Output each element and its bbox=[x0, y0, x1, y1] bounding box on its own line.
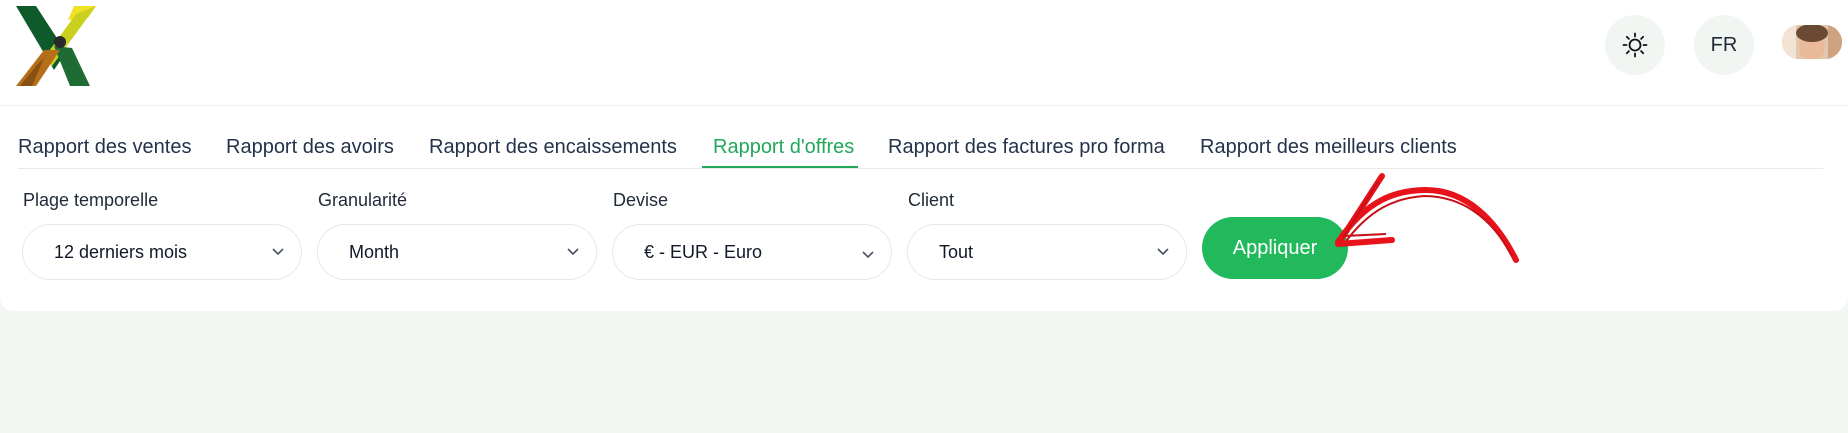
language-button[interactable]: FR bbox=[1694, 15, 1754, 75]
granularity-value: Month bbox=[349, 242, 400, 262]
client-label: Client bbox=[908, 190, 955, 210]
red-arrow-icon bbox=[1335, 173, 1519, 263]
granularity-select[interactable]: Month bbox=[317, 224, 597, 280]
currency-value: € - EUR - Euro bbox=[644, 242, 763, 262]
tab-best-clients-report[interactable]: Rapport des meilleurs clients bbox=[1200, 136, 1457, 169]
user-avatar-icon bbox=[1782, 25, 1842, 59]
granularity-label: Granularité bbox=[318, 190, 408, 210]
user-avatar[interactable] bbox=[1782, 25, 1842, 59]
tab-credit-notes-report[interactable]: Rapport des avoirs bbox=[226, 136, 394, 169]
time-range-label: Plage temporelle bbox=[23, 190, 159, 210]
theme-toggle-button[interactable] bbox=[1605, 15, 1665, 75]
currency-label: Devise bbox=[613, 190, 669, 210]
report-tabs: Rapport des ventes Rapport des avoirs Ra… bbox=[18, 106, 1823, 169]
language-label: FR bbox=[1710, 33, 1738, 56]
tab-collections-report[interactable]: Rapport des encaissements bbox=[429, 136, 677, 169]
chevron-down-icon bbox=[1157, 248, 1169, 256]
chevron-down-icon bbox=[272, 248, 284, 256]
currency-select[interactable]: € - EUR - Euro bbox=[612, 224, 892, 280]
time-range-select[interactable]: 12 derniers mois bbox=[22, 224, 302, 280]
tab-sales-report[interactable]: Rapport des ventes bbox=[18, 136, 191, 169]
top-header: FR bbox=[0, 0, 1848, 106]
chevron-down-icon bbox=[567, 248, 579, 256]
client-select[interactable]: Tout bbox=[907, 224, 1187, 280]
active-tab-indicator bbox=[702, 166, 858, 168]
report-panel: Rapport des ventes Rapport des avoirs Ra… bbox=[0, 106, 1848, 311]
time-range-value: 12 derniers mois bbox=[54, 242, 188, 262]
client-value: Tout bbox=[939, 242, 974, 262]
tab-offers-report[interactable]: Rapport d'offres bbox=[713, 136, 854, 169]
sun-icon bbox=[1622, 32, 1648, 58]
chevron-down-icon bbox=[862, 251, 874, 259]
tab-proforma-report[interactable]: Rapport des factures pro forma bbox=[888, 136, 1165, 169]
app-logo-icon[interactable] bbox=[14, 6, 100, 86]
